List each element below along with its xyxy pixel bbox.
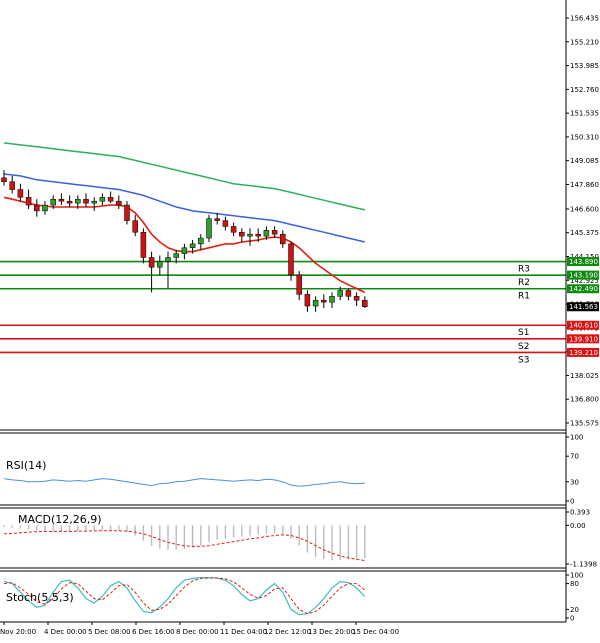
x-tick-label: 13 Dec 20:00 bbox=[308, 628, 355, 636]
x-tick-label: 15 Dec 04:00 bbox=[352, 628, 399, 636]
candle-body bbox=[181, 247, 188, 254]
chart-root: 156.435 155.210 153.985 152.760 151.535 150.3… bbox=[0, 0, 600, 639]
stoch-tick-label: 0 bbox=[570, 615, 574, 623]
candle-body bbox=[132, 220, 138, 233]
candle-body bbox=[304, 294, 311, 307]
level-tag-label-s3: 139.210 bbox=[569, 349, 598, 357]
macd-title: MACD(12,26,9) bbox=[18, 513, 102, 526]
candle-body bbox=[42, 204, 48, 212]
candle-body bbox=[116, 200, 122, 206]
candle-body bbox=[34, 204, 40, 212]
candle-body bbox=[329, 296, 335, 303]
candle-body bbox=[312, 299, 319, 307]
price-tick-label: 146.600 bbox=[570, 205, 599, 213]
candle-body bbox=[271, 230, 278, 235]
level-tag-label-r1: 142.490 bbox=[569, 285, 598, 293]
stoch-tick-label: 20 bbox=[570, 606, 579, 614]
level-name-s1: S1 bbox=[518, 328, 529, 338]
candle-body bbox=[288, 243, 294, 276]
level-name-r1: R1 bbox=[518, 292, 530, 302]
candle-body bbox=[107, 197, 114, 202]
candle-body bbox=[9, 181, 15, 190]
price-tick-label: 155.210 bbox=[570, 38, 599, 46]
candle-body bbox=[230, 226, 237, 233]
price-tick-label: 152.760 bbox=[570, 86, 599, 94]
x-tick-label: 6 Dec 16:00 bbox=[132, 628, 175, 636]
candle-body bbox=[25, 197, 32, 206]
candle-body bbox=[214, 218, 220, 221]
candle-body bbox=[345, 290, 352, 297]
price-tick-label: 145.375 bbox=[570, 229, 599, 237]
level-tag-label-r3: 143.890 bbox=[569, 258, 598, 266]
candle-body bbox=[296, 274, 302, 295]
macd-tick-label: 0.00 bbox=[570, 522, 586, 530]
x-tick-label: 5 Dec 08:00 bbox=[88, 628, 131, 636]
rsi-title: RSI(14) bbox=[6, 459, 46, 472]
level-name-s2: S2 bbox=[518, 342, 529, 352]
rsi-tick-label: 70 bbox=[570, 453, 579, 461]
price-tick-label: 135.575 bbox=[570, 420, 599, 428]
rsi-tick-label: 0 bbox=[570, 498, 574, 506]
price-tick-label: 136.800 bbox=[570, 396, 599, 404]
x-tick-label: 8 Dec 00:00 bbox=[176, 628, 219, 636]
candle-body bbox=[206, 218, 212, 239]
candle-body bbox=[66, 200, 73, 204]
candle-body bbox=[173, 253, 179, 258]
level-tag-label-s1: 140.610 bbox=[569, 322, 598, 330]
candle-body bbox=[99, 197, 106, 202]
macd-tick-label: 0.393 bbox=[570, 509, 590, 517]
level-tag-label-r2: 143.190 bbox=[569, 272, 598, 280]
stoch-title: Stoch(5,5,3) bbox=[6, 591, 74, 604]
candle-body bbox=[255, 233, 261, 237]
candle-body bbox=[1, 177, 7, 183]
level-name-s3: S3 bbox=[518, 355, 529, 365]
x-tick-label: Nov 20:00 bbox=[0, 628, 36, 636]
candle-body bbox=[239, 231, 245, 237]
level-tag-label-s2: 139.910 bbox=[569, 335, 598, 343]
candle-body bbox=[91, 200, 97, 204]
macd-tick-label: -1.1398 bbox=[570, 561, 597, 569]
current-price-label: 141.563 bbox=[569, 303, 598, 311]
candle-body bbox=[353, 296, 360, 301]
candle-body bbox=[222, 220, 229, 227]
candle-body bbox=[247, 233, 253, 237]
candle-body bbox=[124, 204, 130, 221]
candle-body bbox=[83, 198, 89, 204]
chart-background bbox=[0, 0, 600, 639]
price-tick-label: 156.435 bbox=[570, 15, 599, 23]
candle-body bbox=[198, 237, 204, 245]
candle-body bbox=[280, 233, 286, 245]
candle-body bbox=[58, 198, 65, 202]
rsi-tick-label: 100 bbox=[570, 434, 583, 442]
x-tick-label: 12 Dec 12:00 bbox=[264, 628, 311, 636]
stoch-tick-label: 100 bbox=[570, 572, 583, 580]
price-tick-label: 138.025 bbox=[570, 372, 599, 380]
x-tick-label: 11 Dec 04:00 bbox=[220, 628, 267, 636]
candle-body bbox=[140, 231, 147, 258]
candle-body bbox=[148, 257, 155, 268]
price-tick-label: 151.535 bbox=[570, 110, 599, 118]
price-tick-label: 150.310 bbox=[570, 133, 599, 141]
candle-body bbox=[157, 261, 163, 268]
level-name-r3: R3 bbox=[518, 265, 530, 275]
chart-svg: 156.435 155.210 153.985 152.760 151.535 150.3… bbox=[0, 0, 600, 639]
rsi-tick-label: 30 bbox=[570, 478, 579, 486]
candle-body bbox=[75, 198, 81, 204]
candle-body bbox=[321, 299, 327, 303]
candle-body bbox=[50, 198, 56, 206]
candle-body bbox=[165, 257, 171, 262]
price-tick-label: 153.985 bbox=[570, 62, 599, 70]
candle-body bbox=[189, 243, 196, 249]
candle-body bbox=[17, 189, 24, 198]
candle-body bbox=[263, 230, 270, 237]
price-tick-label: 147.860 bbox=[570, 181, 599, 189]
stoch-tick-label: 80 bbox=[570, 580, 579, 588]
candle-body bbox=[337, 290, 343, 297]
x-tick-label: 4 Dec 00:00 bbox=[44, 628, 87, 636]
candle-body bbox=[362, 299, 368, 308]
price-tick-label: 149.085 bbox=[570, 157, 599, 165]
level-name-r2: R2 bbox=[518, 278, 530, 288]
